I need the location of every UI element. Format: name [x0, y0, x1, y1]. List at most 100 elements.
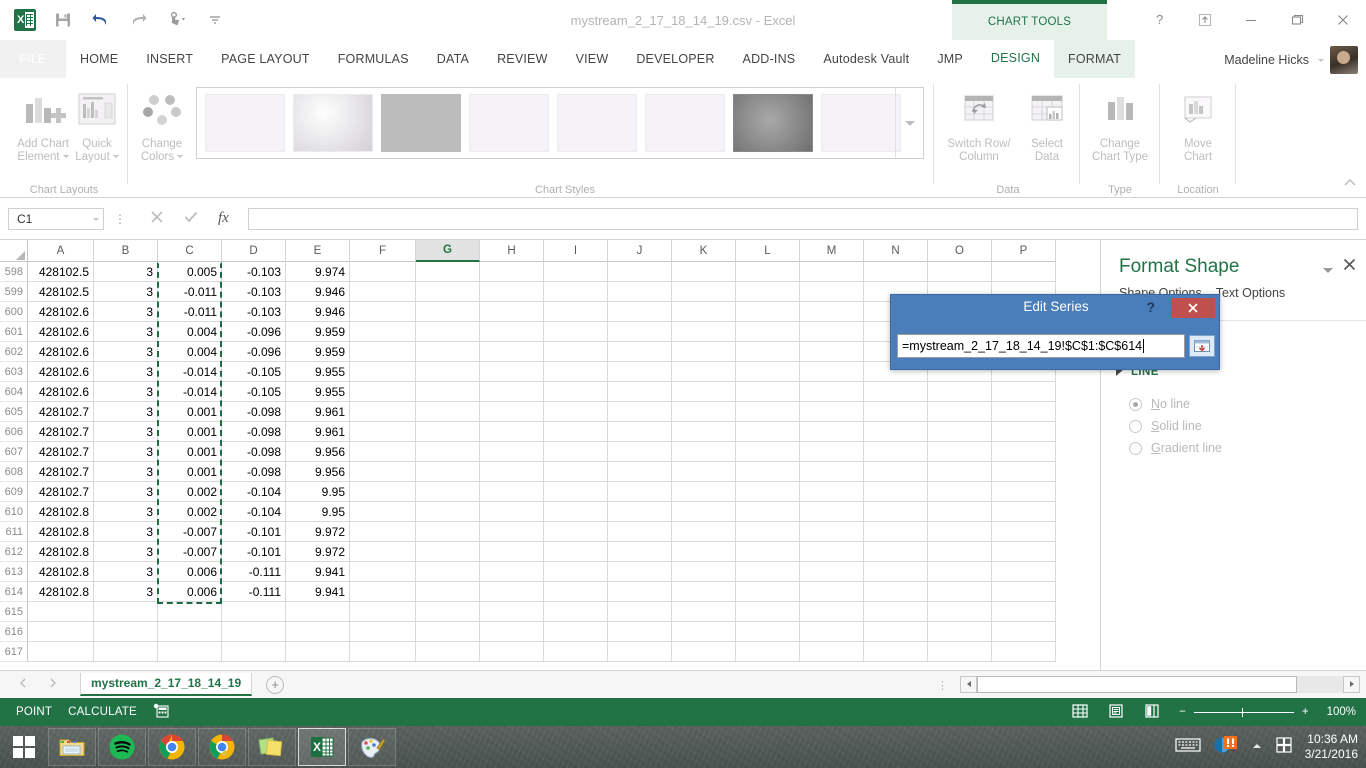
cell-E610[interactable]: 9.95 — [286, 502, 350, 522]
cell-F616[interactable] — [350, 622, 416, 642]
row-header[interactable]: 602 — [0, 342, 28, 362]
cell-D599[interactable]: -0.103 — [222, 282, 286, 302]
cell-O605[interactable] — [928, 402, 992, 422]
cell-K606[interactable] — [672, 422, 736, 442]
chart-style-thumbnail[interactable] — [557, 94, 637, 152]
cell-C606[interactable]: 0.001 — [158, 422, 222, 442]
cell-D607[interactable]: -0.098 — [222, 442, 286, 462]
cell-I607[interactable] — [544, 442, 608, 462]
cell-D601[interactable]: -0.096 — [222, 322, 286, 342]
column-header-j[interactable]: J — [608, 240, 672, 262]
zoom-level-label[interactable]: 100% — [1327, 706, 1356, 718]
cell-B614[interactable]: 3 — [94, 582, 158, 602]
cell-J598[interactable] — [608, 262, 672, 282]
cell-C610[interactable]: 0.002 — [158, 502, 222, 522]
cell-K609[interactable] — [672, 482, 736, 502]
cell-E605[interactable]: 9.961 — [286, 402, 350, 422]
cell-L612[interactable] — [736, 542, 800, 562]
enter-formula-icon[interactable] — [182, 208, 200, 231]
cell-D614[interactable]: -0.111 — [222, 582, 286, 602]
cell-F609[interactable] — [350, 482, 416, 502]
cell-E598[interactable]: 9.974 — [286, 262, 350, 282]
cell-G611[interactable] — [416, 522, 480, 542]
cell-I608[interactable] — [544, 462, 608, 482]
row-header[interactable]: 616 — [0, 622, 28, 642]
collapse-ribbon-button[interactable] — [1342, 176, 1358, 195]
cell-B612[interactable]: 3 — [94, 542, 158, 562]
cell-B602[interactable]: 3 — [94, 342, 158, 362]
excel-taskbar-icon[interactable]: X — [298, 728, 346, 766]
cell-M614[interactable] — [800, 582, 864, 602]
cell-F611[interactable] — [350, 522, 416, 542]
cell-O608[interactable] — [928, 462, 992, 482]
cell-D598[interactable]: -0.103 — [222, 262, 286, 282]
cell-D603[interactable]: -0.105 — [222, 362, 286, 382]
tab-home[interactable]: HOME — [66, 40, 132, 78]
select-all-button[interactable] — [0, 240, 28, 262]
cell-J600[interactable] — [608, 302, 672, 322]
previous-sheet-button[interactable] — [18, 676, 28, 694]
cell-D611[interactable]: -0.101 — [222, 522, 286, 542]
change-colors-button[interactable]: Change Colors — [128, 84, 196, 164]
paint-icon[interactable] — [348, 728, 396, 766]
insert-function-icon[interactable]: fx — [216, 208, 236, 231]
row-header[interactable]: 598 — [0, 262, 28, 282]
chrome-icon[interactable] — [148, 728, 196, 766]
zoom-slider[interactable]: − + — [1179, 706, 1308, 718]
page-break-view-icon[interactable] — [1143, 703, 1161, 722]
row-header[interactable]: 604 — [0, 382, 28, 402]
cell-B608[interactable]: 3 — [94, 462, 158, 482]
cell-I601[interactable] — [544, 322, 608, 342]
cell-O604[interactable] — [928, 382, 992, 402]
column-header-o[interactable]: O — [928, 240, 992, 262]
cell-H598[interactable] — [480, 262, 544, 282]
cell-H603[interactable] — [480, 362, 544, 382]
column-header-e[interactable]: E — [286, 240, 350, 262]
cell-B610[interactable]: 3 — [94, 502, 158, 522]
cell-P607[interactable] — [992, 442, 1056, 462]
cell-J611[interactable] — [608, 522, 672, 542]
column-header-d[interactable]: D — [222, 240, 286, 262]
cell-L616[interactable] — [736, 622, 800, 642]
row-header[interactable]: 613 — [0, 562, 28, 582]
cell-E611[interactable]: 9.972 — [286, 522, 350, 542]
row-header[interactable]: 607 — [0, 442, 28, 462]
cell-F610[interactable] — [350, 502, 416, 522]
row-header[interactable]: 610 — [0, 502, 28, 522]
column-header-k[interactable]: K — [672, 240, 736, 262]
row-header[interactable]: 608 — [0, 462, 28, 482]
restore-button[interactable] — [1274, 0, 1320, 40]
cell-A607[interactable]: 428102.7 — [28, 442, 94, 462]
cell-K608[interactable] — [672, 462, 736, 482]
cell-L605[interactable] — [736, 402, 800, 422]
tab-file[interactable]: FILE — [0, 40, 66, 78]
cancel-formula-icon[interactable] — [148, 208, 166, 231]
tab-insert[interactable]: INSERT — [132, 40, 207, 78]
windows-tray-icon[interactable] — [1275, 736, 1293, 759]
name-box[interactable]: C1 — [8, 208, 104, 230]
normal-view-icon[interactable] — [1071, 703, 1089, 722]
radio-no-line[interactable]: No line — [1129, 397, 1190, 411]
avatar[interactable] — [1330, 46, 1358, 74]
cell-P612[interactable] — [992, 542, 1056, 562]
cell-J617[interactable] — [608, 642, 672, 662]
radio-gradient-line[interactable]: Gradient line — [1129, 441, 1222, 455]
cell-J607[interactable] — [608, 442, 672, 462]
cell-A602[interactable]: 428102.6 — [28, 342, 94, 362]
cell-H604[interactable] — [480, 382, 544, 402]
cell-D609[interactable]: -0.104 — [222, 482, 286, 502]
cell-H614[interactable] — [480, 582, 544, 602]
cell-L613[interactable] — [736, 562, 800, 582]
cell-E606[interactable]: 9.961 — [286, 422, 350, 442]
help-button[interactable]: ? — [1136, 0, 1182, 40]
action-center-icon[interactable] — [1213, 735, 1239, 760]
cell-E601[interactable]: 9.959 — [286, 322, 350, 342]
series-range-input[interactable]: =mystream_2_17_18_14_19!$C$1:$C$614 — [897, 334, 1185, 358]
chart-style-thumbnail[interactable] — [821, 94, 901, 152]
cell-J599[interactable] — [608, 282, 672, 302]
cell-E602[interactable]: 9.959 — [286, 342, 350, 362]
cell-M607[interactable] — [800, 442, 864, 462]
formula-input[interactable] — [248, 208, 1358, 230]
cell-M617[interactable] — [800, 642, 864, 662]
cell-C599[interactable]: -0.011 — [158, 282, 222, 302]
